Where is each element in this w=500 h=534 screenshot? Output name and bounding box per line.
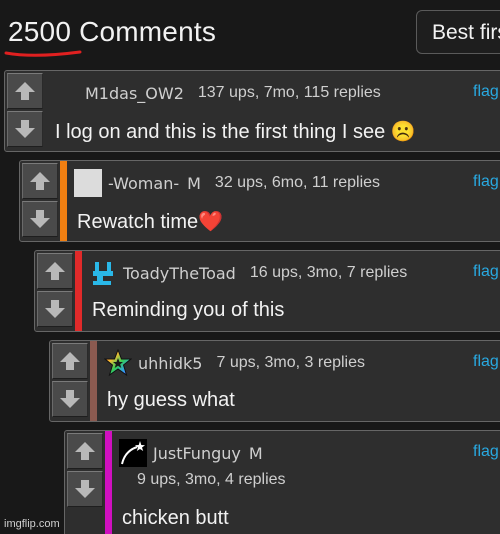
comment-meta: 9 ups, 3mo, 4 replies (137, 471, 286, 488)
comment-meta: 16 ups, 3mo, 7 replies (249, 264, 408, 281)
thread-depth-bar (105, 431, 112, 534)
upvote-button[interactable] (37, 253, 73, 289)
rainbow-star-avatar-icon[interactable] (104, 349, 132, 377)
upvote-button[interactable] (52, 343, 88, 379)
comment-text: Reminding you of this (92, 299, 285, 321)
flag-link[interactable]: flag (473, 263, 499, 281)
downvote-button[interactable] (7, 111, 43, 147)
comment-meta: 7 ups, 3mo, 3 replies (216, 354, 365, 371)
comment: uhhidk5 7 ups, 3mo, 3 replies flag hy gu… (49, 340, 500, 422)
vote-controls (7, 73, 43, 149)
comment: JustFunguy M flag 9 ups, 3mo, 4 replies … (64, 430, 500, 534)
imgflip-watermark: imgflip.com (4, 518, 60, 530)
user-badge: M (187, 173, 201, 193)
flag-link[interactable]: flag (473, 353, 499, 371)
down-arrow-icon (45, 300, 65, 318)
thread-depth-bar (90, 341, 97, 421)
comment-meta: 137 ups, 7mo, 115 replies (197, 84, 381, 101)
flag-link[interactable]: flag (473, 443, 499, 461)
down-arrow-icon (60, 390, 80, 408)
flag-link[interactable]: flag (473, 173, 499, 191)
comment-header: uhhidk5 7 ups, 3mo, 3 replies (104, 349, 365, 377)
comment-text: Rewatch time❤️ (77, 211, 224, 233)
user-badge: M (248, 443, 263, 463)
thread-depth-bar (60, 161, 67, 241)
comment-header: -Woman- M 32 ups, 6mo, 11 replies (74, 169, 381, 197)
user-avatar[interactable] (74, 169, 102, 197)
comments-count-title: 2500 Comments (8, 16, 217, 47)
comment-username[interactable]: uhhidk5 (138, 354, 202, 373)
vote-controls (52, 343, 88, 419)
comment: -Woman- M 32 ups, 6mo, 11 replies flag R… (19, 160, 500, 242)
upvote-button[interactable] (67, 433, 103, 469)
comment-username[interactable]: ToadyTheToad (123, 264, 236, 283)
comment: M1das_OW2 137 ups, 7mo, 115 replies flag… (4, 70, 500, 152)
comment-text: hy guess what (107, 389, 235, 411)
downvote-button[interactable] (67, 471, 103, 507)
upvote-button[interactable] (7, 73, 43, 109)
comment-username[interactable]: -Woman- (108, 174, 179, 193)
thread-depth-bar (75, 251, 82, 331)
up-arrow-icon (15, 82, 35, 100)
comment-header: ToadyTheToad 16 ups, 3mo, 7 replies (89, 261, 407, 285)
shooting-star-avatar-icon[interactable] (119, 439, 147, 467)
toad-avatar-icon[interactable] (89, 259, 117, 287)
up-arrow-icon (60, 352, 80, 370)
red-underline-mark (4, 50, 82, 57)
up-arrow-icon (45, 262, 65, 280)
comment-meta: 32 ups, 6mo, 11 replies (214, 174, 381, 191)
down-arrow-icon (30, 210, 50, 228)
sort-dropdown-button[interactable]: Best first (416, 10, 500, 54)
down-arrow-icon (75, 480, 95, 498)
comment-text: chicken butt (122, 507, 229, 529)
comment-text: I log on and this is the first thing I s… (55, 121, 416, 143)
comment-username[interactable]: JustFunguy (153, 444, 241, 463)
flag-link[interactable]: flag (473, 83, 499, 101)
upvote-button[interactable] (22, 163, 58, 199)
comment: ToadyTheToad 16 ups, 3mo, 7 replies flag… (34, 250, 500, 332)
vote-controls (67, 433, 103, 509)
vote-controls (37, 253, 73, 329)
downvote-button[interactable] (37, 291, 73, 327)
comment-header: JustFunguy M (119, 439, 277, 467)
comment-header: M1das_OW2 137 ups, 7mo, 115 replies (85, 81, 381, 105)
downvote-button[interactable] (52, 381, 88, 417)
up-arrow-icon (30, 172, 50, 190)
down-arrow-icon (15, 120, 35, 138)
downvote-button[interactable] (22, 201, 58, 237)
comment-username[interactable]: M1das_OW2 (85, 84, 184, 103)
vote-controls (22, 163, 58, 239)
up-arrow-icon (75, 442, 95, 460)
